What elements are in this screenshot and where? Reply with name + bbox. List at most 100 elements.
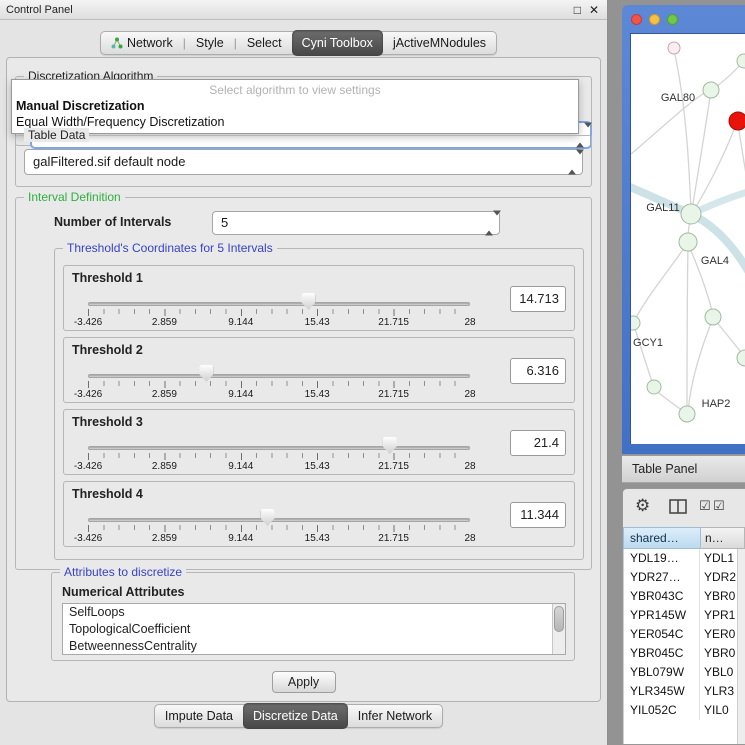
table-row[interactable]: YBL079WYBL0: [624, 663, 737, 682]
cell-name: YBR0: [700, 644, 737, 663]
table-row[interactable]: YBR045CYBR0: [624, 644, 737, 663]
tab-impute-data[interactable]: Impute Data: [155, 705, 243, 727]
threshold-4-panel: Threshold 4 -3.426 2.859 9.144 15.43: [63, 481, 575, 547]
tab-network[interactable]: Network: [101, 32, 183, 54]
threshold-3-value-field[interactable]: 21.4: [510, 430, 566, 456]
threshold-4-value-field[interactable]: 11.344: [510, 502, 566, 528]
gear-icon[interactable]: ⚙: [635, 496, 650, 516]
list-item[interactable]: BetweennessCentrality: [63, 638, 565, 655]
mac-minimize-button[interactable]: [649, 14, 660, 25]
network-node[interactable]: [679, 406, 695, 422]
network-node[interactable]: [647, 380, 661, 394]
threshold-3-panel: Threshold 3 -3.426 2.859 9.144 15.43: [63, 409, 575, 475]
attributes-group-title: Attributes to discretize: [60, 565, 186, 579]
slider-thumb-icon[interactable]: [261, 509, 275, 526]
stepper-icon[interactable]: [568, 155, 577, 170]
tab-jactivemnodules[interactable]: jActiveMNodules: [383, 32, 496, 54]
stepper-icon[interactable]: [485, 216, 494, 231]
slider-thumb-icon[interactable]: [383, 437, 397, 454]
slider-scale: -3.426 2.859 9.144 15.43 21.715 28: [88, 389, 470, 401]
slider-track[interactable]: [88, 518, 470, 522]
table-panel-header: Table Panel: [622, 455, 745, 483]
scale-tick-label: 21.715: [378, 389, 409, 400]
list-item[interactable]: TopologicalCoefficient: [63, 621, 565, 638]
column-header-shared-name[interactable]: shared…: [623, 527, 701, 549]
slider-track[interactable]: [88, 302, 470, 306]
table-row[interactable]: YBR043CYBR0: [624, 587, 737, 606]
dropdown-option-equal-width[interactable]: Equal Width/Frequency Discretization: [12, 114, 578, 130]
network-node[interactable]: [703, 82, 719, 98]
table-data-group-title: Table Data: [24, 128, 89, 142]
network-node[interactable]: [737, 54, 745, 68]
scale-tick-label: 2.859: [152, 533, 177, 544]
tab-select[interactable]: Select: [237, 32, 292, 54]
checkbox-icon[interactable]: ☑: [713, 499, 725, 513]
tab-label: Impute Data: [165, 705, 233, 727]
table-row[interactable]: YER054CYER0: [624, 625, 737, 644]
mac-zoom-button[interactable]: [667, 14, 678, 25]
tab-label: Discretize Data: [253, 703, 338, 729]
table-scrollbar[interactable]: [737, 549, 745, 744]
apply-button[interactable]: Apply: [272, 671, 336, 693]
slider-track[interactable]: [88, 374, 470, 378]
network-node[interactable]: [679, 233, 697, 251]
network-node[interactable]: [681, 204, 701, 224]
scale-tick-label: 9.144: [228, 533, 253, 544]
scale-tick-label: 21.715: [378, 461, 409, 472]
table-row[interactable]: YPR145WYPR1: [624, 606, 737, 625]
cell-shared-name: YER054C: [624, 625, 700, 644]
table-row[interactable]: YDR27…YDR2: [624, 568, 737, 587]
thresholds-group: Threshold's Coordinates for 5 Intervals …: [54, 248, 584, 560]
table-row[interactable]: YLR345WYLR3: [624, 682, 737, 701]
slider-thumb-icon[interactable]: [301, 293, 315, 310]
cell-name: YPR1: [700, 606, 737, 625]
table-body: YDL19…YDL1 YDR27…YDR2 YBR043CYBR0 YPR145…: [623, 549, 737, 744]
network-icon: [111, 37, 123, 49]
column-header-name[interactable]: n…: [701, 527, 745, 549]
slider-scale: -3.426 2.859 9.144 15.43 21.715 28: [88, 317, 470, 329]
columns-icon[interactable]: [669, 499, 687, 514]
threshold-3-slider[interactable]: -3.426 2.859 9.144 15.43 21.715 28: [88, 434, 470, 474]
restore-icon[interactable]: □: [574, 0, 581, 20]
dropdown-option-manual[interactable]: Manual Discretization: [12, 98, 578, 114]
tab-cyni-toolbox[interactable]: Cyni Toolbox: [292, 30, 383, 56]
tab-label: Infer Network: [358, 705, 432, 727]
threshold-2-value-field[interactable]: 6.316: [510, 358, 566, 384]
network-node-selected[interactable]: [729, 112, 745, 130]
tab-style[interactable]: Style: [186, 32, 234, 54]
network-node[interactable]: [705, 309, 721, 325]
list-item[interactable]: SelfLoops: [63, 604, 565, 621]
network-graph: GAL80 GAL11 GAL4 GCY1 HAP2: [631, 34, 745, 444]
scale-tick-label: 28: [464, 317, 475, 328]
tab-infer-network[interactable]: Infer Network: [348, 705, 442, 727]
num-intervals-combobox[interactable]: 5: [212, 211, 500, 235]
mac-close-button[interactable]: [631, 14, 642, 25]
threshold-2-slider[interactable]: -3.426 2.859 9.144 15.43 21.715 28: [88, 362, 470, 402]
table-row[interactable]: YDL19…YDL1: [624, 549, 737, 568]
network-node[interactable]: [737, 350, 745, 366]
network-node[interactable]: [631, 316, 640, 330]
list-scrollbar[interactable]: [552, 604, 565, 654]
tab-label: Network: [127, 32, 173, 54]
network-edges: [631, 50, 745, 413]
tab-discretize-data[interactable]: Discretize Data: [243, 703, 348, 729]
close-icon[interactable]: ✕: [589, 0, 599, 20]
cell-name: YER0: [700, 625, 737, 644]
threshold-1-panel: Threshold 1 -3.426 2.859 9.144 15.43: [63, 265, 575, 331]
threshold-1-value-field[interactable]: 14.713: [510, 286, 566, 312]
threshold-1-slider[interactable]: -3.426 2.859 9.144 15.43 21.715 28: [88, 290, 470, 330]
network-canvas[interactable]: GAL80 GAL11 GAL4 GCY1 HAP2: [630, 33, 745, 444]
checkbox-icon[interactable]: ☑: [699, 499, 711, 513]
network-node[interactable]: [668, 42, 680, 54]
scrollbar-thumb[interactable]: [554, 606, 564, 632]
scale-tick-label: 21.715: [378, 533, 409, 544]
network-view-window: GAL80 GAL11 GAL4 GCY1 HAP2: [622, 5, 745, 454]
table-data-combobox[interactable]: galFiltered.sif default node: [24, 149, 583, 175]
slider-thumb-icon[interactable]: [199, 365, 213, 382]
slider-track[interactable]: [88, 446, 470, 450]
table-row[interactable]: YIL052CYIL0: [624, 701, 737, 720]
cell-name: YIL0: [700, 701, 737, 720]
scale-tick-label: 28: [464, 533, 475, 544]
threshold-4-slider[interactable]: -3.426 2.859 9.144 15.43 21.715 28: [88, 506, 470, 546]
control-panel-titlebar: Control Panel □ ✕: [0, 0, 607, 20]
